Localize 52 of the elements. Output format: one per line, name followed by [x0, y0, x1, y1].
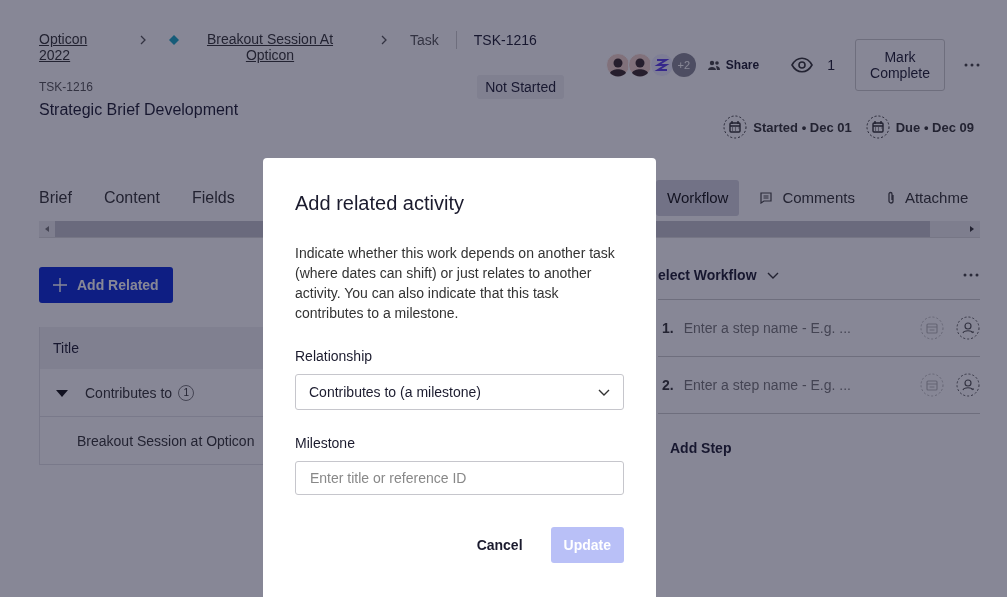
breadcrumb-link[interactable]: Opticon 2022: [39, 31, 99, 63]
milestone-field[interactable]: Enter title or reference ID: [295, 461, 624, 495]
diamond-icon: [169, 35, 179, 45]
related-item-link[interactable]: Breakout Session at Opticon: [77, 432, 255, 449]
task-title: Strategic Brief Development: [39, 101, 240, 119]
more-icon[interactable]: [964, 63, 980, 67]
chevron-down-icon: [598, 388, 610, 396]
tab[interactable]: Comments: [749, 179, 866, 216]
add-step-button[interactable]: Add Step: [670, 440, 732, 456]
relationship-select[interactable]: Contributes to (a milestone): [295, 374, 624, 410]
status-badge: Not Started: [477, 75, 564, 99]
date-label: Due • Dec 09: [895, 119, 974, 135]
task-id: TSK-1216: [39, 80, 94, 94]
group-label: Contributes to: [85, 384, 173, 401]
eye-icon: [791, 57, 814, 73]
chevron-right-icon: [380, 35, 388, 45]
tab[interactable]: Attachme: [875, 179, 980, 216]
step-number: 2.: [662, 377, 674, 393]
chevron-right-icon: [139, 35, 147, 45]
add-user-icon[interactable]: [956, 316, 980, 340]
people-icon: [707, 60, 720, 70]
plus-icon: [53, 278, 67, 292]
date-label: Started • Dec 01: [753, 119, 852, 135]
paperclip-icon: [886, 191, 895, 204]
dialog-title: Add related activity: [295, 192, 465, 215]
comment-icon: [760, 191, 773, 204]
workflow-selector[interactable]: elect Workflow: [658, 267, 779, 283]
cancel-button[interactable]: Cancel: [476, 527, 523, 563]
column-header: Title: [53, 340, 79, 356]
breadcrumb-item: Task: [410, 32, 439, 48]
tab[interactable]: Content: [103, 179, 160, 216]
calendar-icon: [865, 115, 890, 139]
share-button[interactable]: Share: [707, 58, 760, 72]
chevron-down-icon: [766, 271, 779, 279]
field-label: Milestone: [295, 435, 356, 451]
tab[interactable]: Brief: [39, 179, 72, 216]
field-label: Relationship: [295, 348, 374, 364]
add-user-icon[interactable]: [956, 373, 980, 397]
avatar-icon: [605, 53, 630, 77]
calendar-icon: [723, 115, 748, 139]
tab[interactable]: Fields: [191, 179, 235, 216]
dialog-description: Indicate whether this work depends on another task (where dates can shift) or just relates to another activity. You can also indicate that this task contributes to a milestone.: [295, 244, 616, 323]
step-number: 1.: [662, 320, 674, 336]
breadcrumb-current: TSK-1216: [473, 32, 537, 48]
more-icon[interactable]: [963, 273, 979, 277]
avatar-icon: [649, 53, 674, 77]
avatar-icon: [627, 53, 652, 77]
tab[interactable]: Workflow: [656, 179, 740, 216]
breadcrumb-link[interactable]: Breakout Session At Opticon: [200, 31, 340, 63]
watcher-count: 1: [827, 57, 835, 73]
mark-complete-button[interactable]: Mark Complete: [855, 39, 945, 91]
add-related-button[interactable]: Add Related: [39, 267, 173, 303]
